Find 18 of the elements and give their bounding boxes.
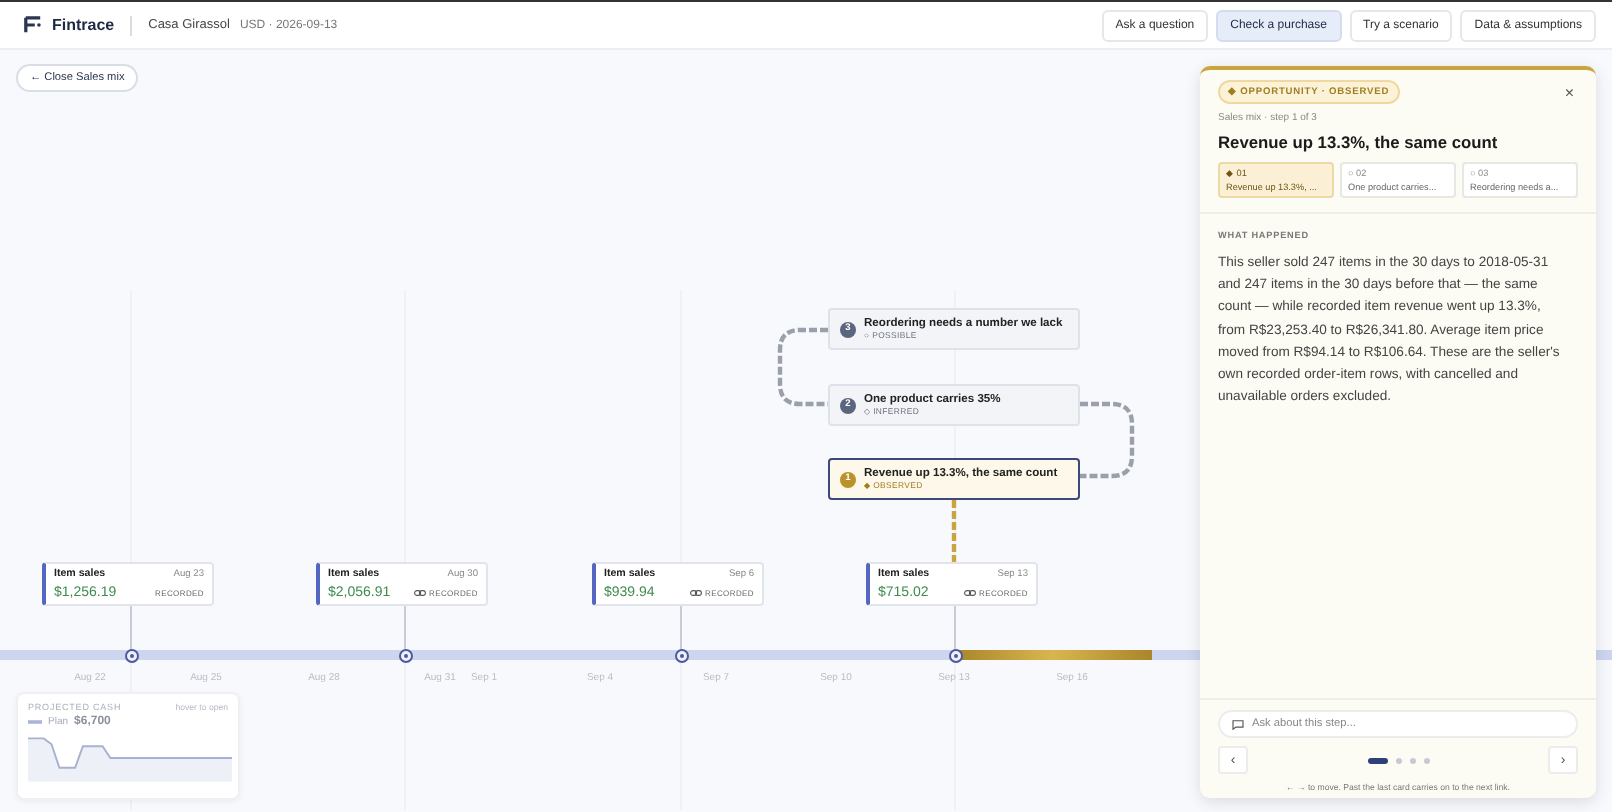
- close-button[interactable]: ×: [1560, 83, 1578, 101]
- brand-name: Fintrace: [52, 16, 115, 34]
- panel-title: Revenue up 13.3%, the same count: [1218, 132, 1500, 152]
- link-icon: [964, 590, 976, 596]
- page-dot[interactable]: [1409, 757, 1415, 763]
- chat-icon: [1232, 719, 1244, 729]
- chain-link: [776, 326, 828, 408]
- event-marker-icon[interactable]: [397, 647, 413, 663]
- event-marker-icon[interactable]: [673, 647, 689, 663]
- link-icon: [690, 590, 702, 596]
- page-dot[interactable]: [1423, 757, 1429, 763]
- chain-link: [950, 500, 958, 562]
- logo-icon: [24, 16, 42, 34]
- event-marker-icon[interactable]: [947, 647, 963, 663]
- page-dot[interactable]: [1395, 757, 1401, 763]
- event-marker-icon[interactable]: [123, 647, 139, 663]
- link-icon: [414, 590, 426, 596]
- chain-link: [1080, 400, 1136, 480]
